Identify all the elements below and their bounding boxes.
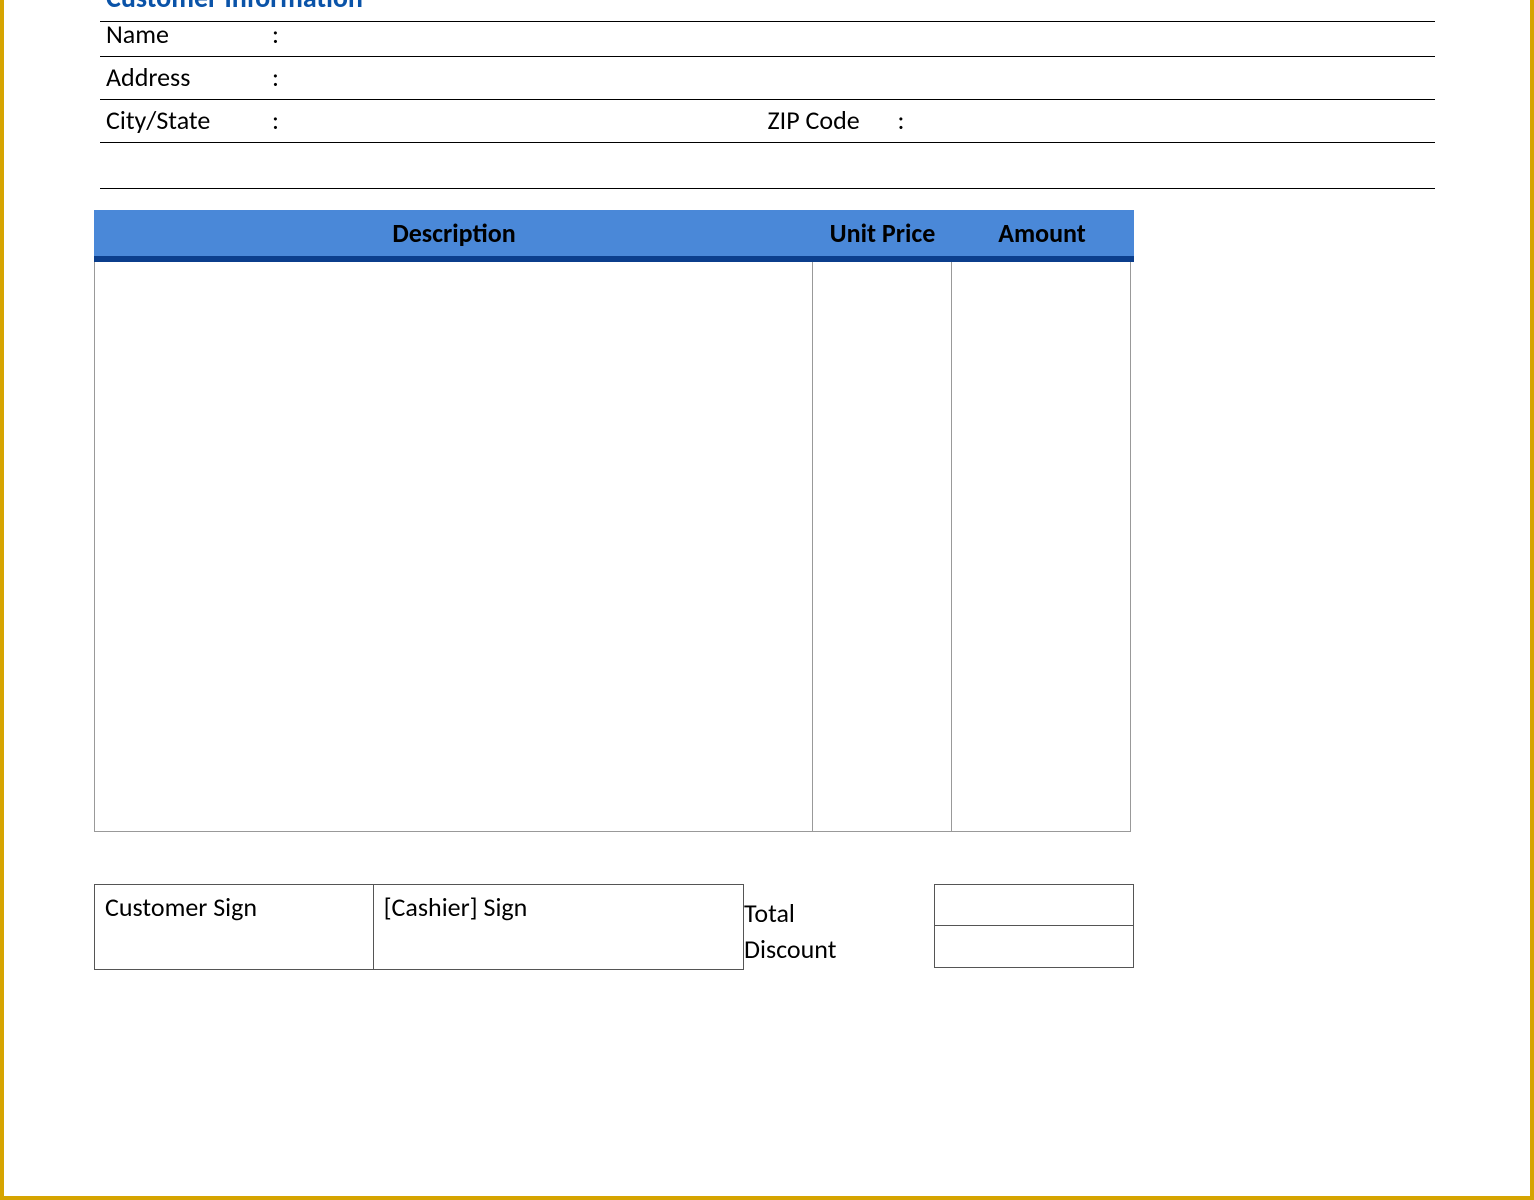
line-items-table: Description Unit Price Amount xyxy=(94,210,1134,832)
totals-block: Total Discount xyxy=(744,884,1134,970)
zip-value[interactable] xyxy=(922,104,1430,136)
table-header: Description Unit Price Amount xyxy=(94,210,1134,256)
name-row: Name : xyxy=(100,14,1435,57)
city-zip-row: City/State : ZIP Code : xyxy=(100,100,1435,143)
zip-label: ZIP Code xyxy=(768,104,898,136)
name-value[interactable] xyxy=(296,18,1429,50)
customer-sign-label: Customer Sign xyxy=(105,891,257,923)
colon: : xyxy=(898,104,922,136)
cell-unit-price[interactable] xyxy=(812,262,951,832)
address-row: Address : xyxy=(100,57,1435,100)
col-amount: Amount xyxy=(952,217,1132,249)
table-body xyxy=(94,262,1134,832)
col-unit-price: Unit Price xyxy=(813,217,952,249)
discount-label: Discount xyxy=(744,933,934,965)
citystate-value[interactable] xyxy=(296,104,676,136)
discount-value[interactable] xyxy=(934,926,1134,968)
cashier-sign-label: [Cashier] Sign xyxy=(384,891,528,923)
cell-description[interactable] xyxy=(94,262,812,832)
name-label: Name xyxy=(106,18,272,50)
footer-row: Customer Sign [Cashier] Sign Total Disco… xyxy=(94,884,1134,970)
citystate-label: City/State xyxy=(106,104,272,136)
cell-amount[interactable] xyxy=(951,262,1131,832)
cashier-sign-box[interactable]: [Cashier] Sign xyxy=(373,884,744,970)
customer-sign-box[interactable]: Customer Sign xyxy=(94,884,373,970)
colon: : xyxy=(272,18,296,50)
total-value[interactable] xyxy=(934,884,1134,926)
col-description: Description xyxy=(95,217,813,249)
divider-line xyxy=(100,149,1435,189)
colon: : xyxy=(272,104,296,136)
total-label: Total xyxy=(744,897,934,929)
colon: : xyxy=(272,61,296,93)
address-label: Address xyxy=(106,61,272,93)
customer-info-block: Name : Address : City/State : ZIP Code : xyxy=(100,14,1435,189)
address-value[interactable] xyxy=(296,61,1429,93)
